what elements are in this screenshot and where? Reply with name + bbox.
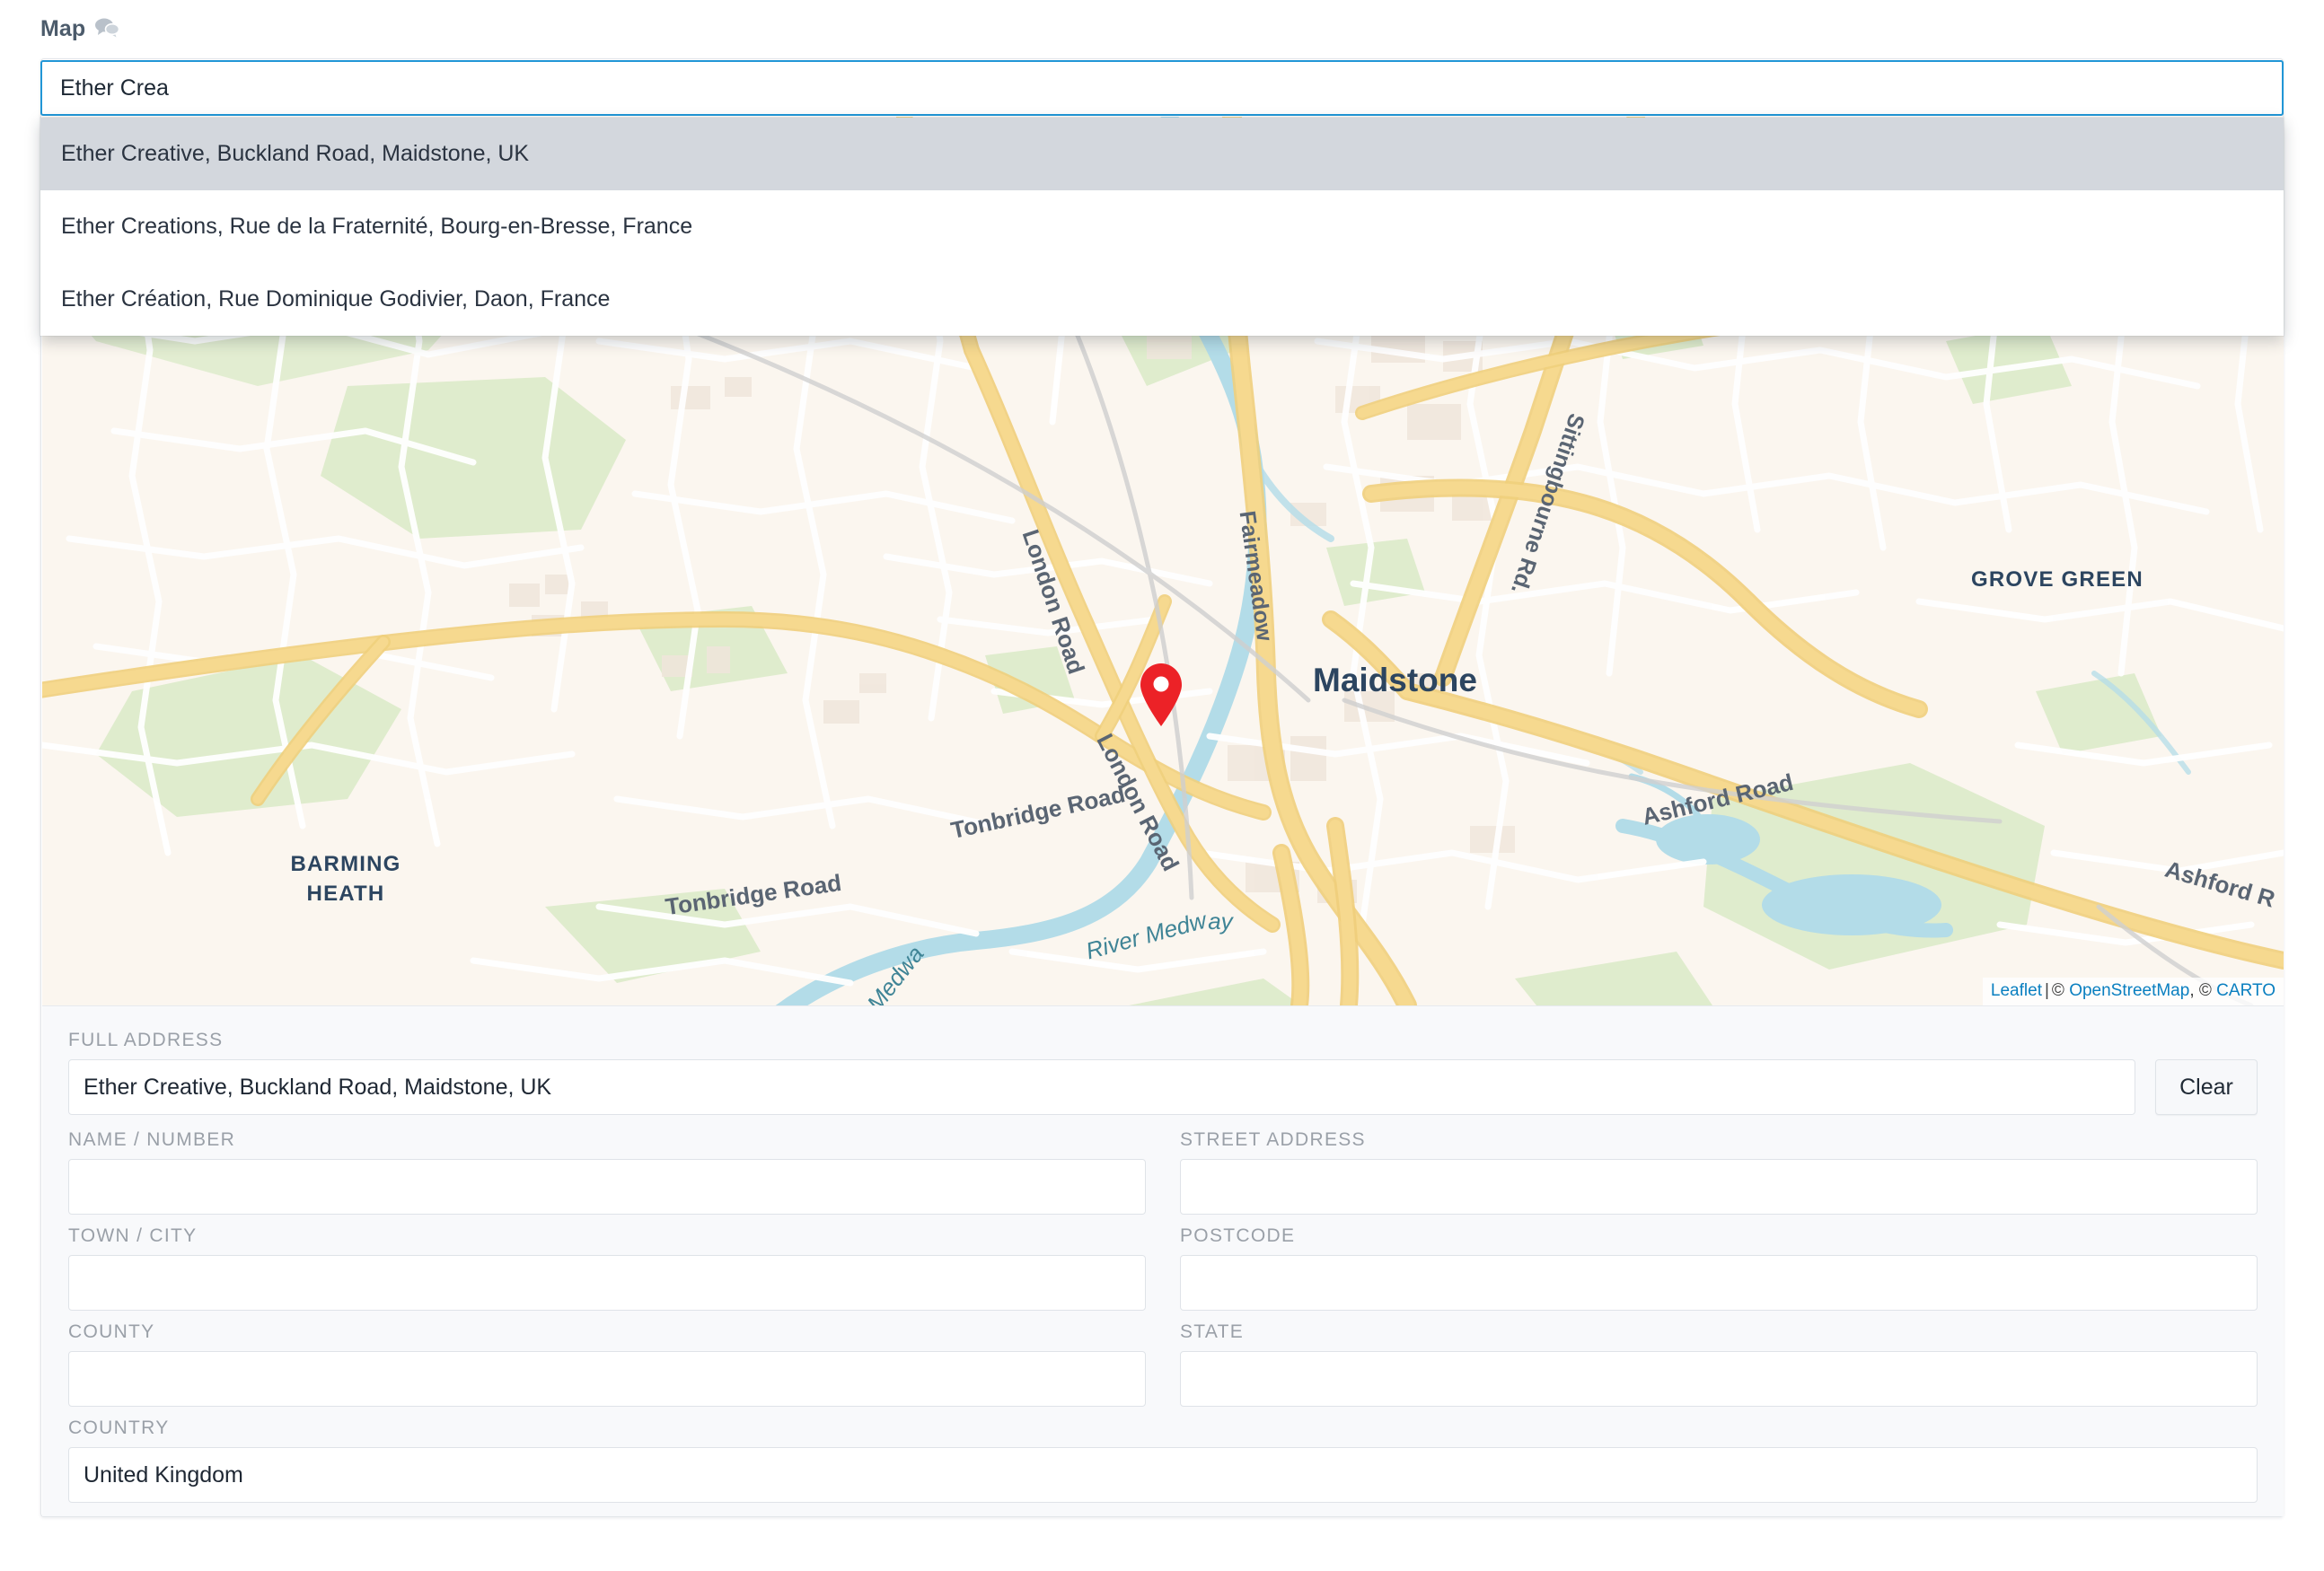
- town-city-label: TOWN / CITY: [68, 1225, 1146, 1247]
- address-suggestions-list: Ether Creative, Buckland Road, Maidstone…: [40, 118, 2284, 336]
- street-address-label: STREET ADDRESS: [1180, 1129, 2258, 1151]
- copyright-symbol-osm: ©: [2052, 981, 2064, 1000]
- full-address-row: FULL ADDRESS Clear: [68, 1030, 2258, 1115]
- clear-button[interactable]: Clear: [2155, 1059, 2258, 1115]
- map-field-label: Map: [40, 16, 119, 42]
- field-town-city: TOWN / CITY: [68, 1225, 1146, 1311]
- map-label-barming-2: HEATH: [307, 882, 385, 906]
- town-city-input[interactable]: [68, 1255, 1146, 1311]
- country-label: COUNTRY: [68, 1417, 2258, 1439]
- full-address-input[interactable]: [68, 1059, 2135, 1115]
- address-form: FULL ADDRESS Clear NAME / NUMBER STREET …: [42, 1005, 2284, 1516]
- suggestion-item-2[interactable]: Ether Création, Rue Dominique Godivier, …: [40, 263, 2284, 336]
- map-label-grove-green: GROVE GREEN: [1971, 567, 2144, 592]
- address-map-widget: Map .rd { stroke:#ffffff; fill:none; str…: [0, 0, 2324, 1571]
- country-input[interactable]: [68, 1447, 2258, 1503]
- state-input[interactable]: [1180, 1351, 2258, 1407]
- postcode-input[interactable]: [1180, 1255, 2258, 1311]
- field-county: COUNTY: [68, 1321, 1146, 1407]
- map-label-barming-1: BARMING: [290, 852, 401, 876]
- leaflet-link[interactable]: Leaflet: [1991, 981, 2042, 1000]
- address-fields-grid: NAME / NUMBER STREET ADDRESS TOWN / CITY…: [68, 1129, 2258, 1503]
- carto-link[interactable]: CARTO: [2216, 981, 2276, 1000]
- field-country: COUNTRY: [68, 1417, 2258, 1503]
- full-address-label: FULL ADDRESS: [68, 1030, 2135, 1051]
- address-search-wrap: [40, 60, 2284, 116]
- address-search-input[interactable]: [40, 60, 2284, 116]
- county-label: COUNTY: [68, 1321, 1146, 1343]
- attribution-comma: ,: [2189, 981, 2194, 1000]
- comments-icon[interactable]: [94, 16, 119, 42]
- copyright-symbol-carto: ©: [2199, 981, 2212, 1000]
- map-label-maidstone: Maidstone: [1313, 662, 1477, 698]
- field-name-number: NAME / NUMBER: [68, 1129, 1146, 1215]
- suggestion-item-0[interactable]: Ether Creative, Buckland Road, Maidstone…: [40, 118, 2284, 190]
- page-title: Map: [40, 16, 85, 42]
- field-state: STATE: [1180, 1321, 2258, 1407]
- state-label: STATE: [1180, 1321, 2258, 1343]
- street-address-input[interactable]: [1180, 1159, 2258, 1215]
- map-attribution: Leaflet|© OpenStreetMap, © CARTO: [1983, 978, 2284, 1005]
- map-pin-marker[interactable]: [1138, 663, 1184, 732]
- postcode-label: POSTCODE: [1180, 1225, 2258, 1247]
- openstreetmap-link[interactable]: OpenStreetMap: [2069, 981, 2189, 1000]
- attribution-separator: |: [2042, 981, 2052, 1000]
- field-street-address: STREET ADDRESS: [1180, 1129, 2258, 1215]
- name-number-input[interactable]: [68, 1159, 1146, 1215]
- field-postcode: POSTCODE: [1180, 1225, 2258, 1311]
- county-input[interactable]: [68, 1351, 1146, 1407]
- full-address-group: FULL ADDRESS: [68, 1030, 2135, 1115]
- suggestion-item-1[interactable]: Ether Creations, Rue de la Fraternité, B…: [40, 190, 2284, 263]
- name-number-label: NAME / NUMBER: [68, 1129, 1146, 1151]
